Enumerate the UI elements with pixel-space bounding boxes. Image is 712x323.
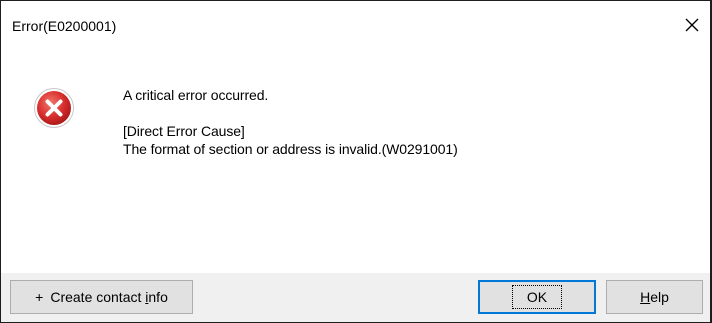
help-button[interactable]: Help <box>606 280 703 314</box>
create-contact-info-label: Create contact info <box>50 289 168 305</box>
error-dialog: Error(E0200001) A critical error occurre… <box>0 0 712 323</box>
plus-icon: + <box>35 289 44 305</box>
title-bar[interactable]: Error(E0200001) <box>1 1 710 49</box>
error-cause-detail: The format of section or address is inva… <box>123 141 458 157</box>
error-message: A critical error occurred. <box>123 87 269 103</box>
button-bar: + Create contact info OK Help <box>1 273 710 322</box>
close-icon <box>685 18 699 32</box>
error-icon <box>34 88 74 128</box>
ok-button[interactable]: OK <box>478 280 596 314</box>
ok-label: OK <box>511 285 563 309</box>
error-cause-heading: [Direct Error Cause] <box>123 123 245 139</box>
dialog-title: Error(E0200001) <box>12 18 117 34</box>
create-contact-info-button[interactable]: + Create contact info <box>10 280 193 314</box>
close-button[interactable] <box>674 11 710 39</box>
dialog-content: A critical error occurred. [Direct Error… <box>1 49 710 273</box>
help-label: Help <box>640 289 669 305</box>
